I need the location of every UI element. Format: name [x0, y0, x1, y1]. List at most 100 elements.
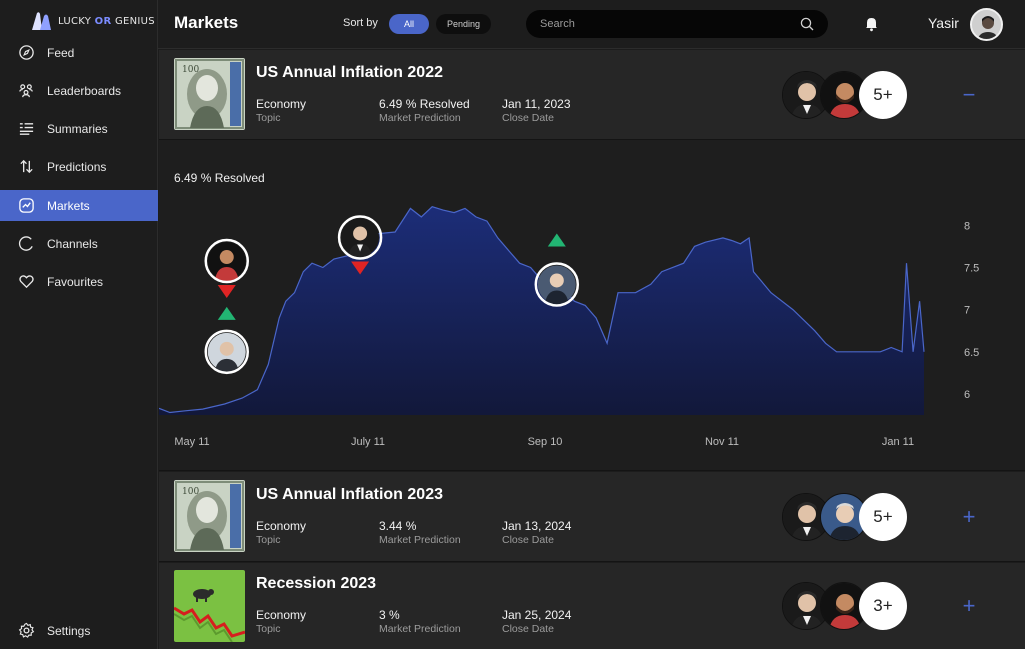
compass-icon	[19, 45, 34, 60]
svg-text:100: 100	[182, 65, 199, 75]
market-thumbnail-bear-chart	[174, 570, 245, 642]
more-participants-badge[interactable]: 5+	[859, 71, 907, 119]
circle-icon	[18, 236, 33, 251]
y-tick-label: 6	[964, 389, 970, 401]
prediction-label: Market Prediction	[379, 534, 461, 546]
market-row[interactable]: 100 US Annual Inflation 2022 Economy Top…	[159, 50, 1025, 140]
app-logo[interactable]: LUCKY OR GENIUS	[30, 10, 155, 32]
sort-pending-button[interactable]: Pending	[436, 14, 491, 34]
close-date-value: Jan 25, 2024	[502, 608, 572, 622]
x-tick-label: Nov 11	[705, 436, 739, 448]
sort-label: Sort by	[343, 17, 378, 29]
participant-avatars[interactable]: 5+	[782, 71, 912, 119]
topic-value: Economy	[256, 519, 307, 533]
arrows-updown-icon	[20, 159, 33, 174]
expand-toggle[interactable]: +	[959, 504, 979, 529]
y-tick-label: 8	[964, 220, 970, 232]
buy-marker-icon[interactable]	[547, 233, 566, 247]
close-date-value: Jan 13, 2024	[502, 519, 572, 533]
sidebar: LUCKY OR GENIUS Feed Leaderboards Summar…	[0, 0, 158, 649]
search-input[interactable]	[540, 18, 800, 30]
sidebar-item-label: Summaries	[47, 121, 108, 136]
market-row[interactable]: Recession 2023 Economy Topic 3 % Market …	[159, 563, 1025, 649]
market-title[interactable]: US Annual Inflation 2022	[256, 64, 443, 82]
topic-value: Economy	[256, 608, 307, 622]
close-date-label: Close Date	[502, 623, 554, 635]
bell-icon[interactable]	[863, 15, 880, 32]
topic-label: Topic	[256, 623, 281, 635]
sell-marker-icon[interactable]	[217, 285, 236, 299]
participant-avatars[interactable]: 5+	[782, 493, 912, 541]
topic-label: Topic	[256, 112, 281, 124]
page-title: Markets	[174, 13, 239, 32]
search-bar	[526, 10, 828, 38]
username[interactable]: Yasir	[928, 15, 959, 31]
sidebar-item-predictions[interactable]: Predictions	[0, 151, 158, 182]
market-thumbnail-dollar: 100	[174, 58, 245, 130]
market-topic: Economy Topic	[256, 608, 306, 635]
market-title[interactable]: Recession 2023	[256, 575, 376, 593]
sidebar-item-label: Channels	[47, 236, 98, 251]
older-man-avatar[interactable]	[534, 262, 580, 307]
logo-wordmark: LUCKY OR GENIUS	[58, 15, 155, 27]
sidebar-item-label: Settings	[47, 623, 91, 638]
market-thumbnail-dollar: 100	[174, 480, 245, 552]
market-close-date: Jan 25, 2024 Close Date	[502, 608, 571, 635]
x-tick-label: Jan 11	[882, 436, 914, 448]
sidebar-item-leaderboards[interactable]: Leaderboards	[0, 75, 158, 106]
market-topic: Economy Topic	[256, 519, 306, 546]
participant-avatars[interactable]: 3+	[782, 582, 912, 630]
sidebar-item-label: Leaderboards	[47, 83, 122, 98]
y-tick-label: 7	[964, 305, 970, 317]
more-participants-badge[interactable]: 5+	[859, 493, 907, 541]
people-icon	[19, 84, 33, 98]
sidebar-item-label: Predictions	[47, 159, 107, 174]
collapse-toggle[interactable]: −	[959, 82, 979, 107]
sidebar-item-markets[interactable]: Markets	[0, 190, 158, 221]
heart-icon	[19, 275, 34, 289]
sidebar-item-summaries[interactable]: Summaries	[0, 113, 158, 144]
close-date-label: Close Date	[502, 112, 554, 124]
y-tick-label: 7.5	[964, 262, 979, 274]
man-white-shirt-avatar[interactable]	[337, 215, 383, 260]
price-chart[interactable]: 8 7.5 7 6.5 6 May 11 July 11 Sep 10 Nov 11 Jan 1…	[159, 140, 1025, 471]
sidebar-item-channels[interactable]: Channels	[0, 228, 158, 259]
user-avatar[interactable]	[970, 8, 1003, 41]
bearded-man-avatar[interactable]	[204, 238, 250, 284]
sidebar-item-favourites[interactable]: Favourites	[0, 266, 158, 297]
y-tick-label: 6.5	[964, 347, 979, 359]
market-chart-panel: 6.49 % Resolved 8 7.5 7 6.5 6 May 11 July 11 S…	[159, 140, 1025, 471]
list-icon	[19, 123, 34, 135]
market-title[interactable]: US Annual Inflation 2023	[256, 486, 443, 504]
x-tick-label: May 11	[174, 436, 209, 448]
prediction-value: 3.44 %	[379, 519, 417, 533]
top-bar: Markets Sort by All Pending Yasir	[158, 0, 1025, 49]
market-prediction: 3 % Market Prediction	[379, 608, 461, 635]
x-tick-label: Sep 10	[528, 436, 563, 448]
market-close-date: Jan 13, 2024 Close Date	[502, 519, 571, 546]
sidebar-item-label: Favourites	[47, 274, 104, 289]
search-icon[interactable]	[800, 17, 814, 31]
sidebar-item-feed[interactable]: Feed	[0, 37, 158, 68]
buy-marker-icon[interactable]	[217, 306, 236, 320]
market-close-date: Jan 11, 2023 Close Date	[502, 97, 571, 124]
expand-toggle[interactable]: +	[959, 593, 979, 618]
sidebar-item-settings[interactable]: Settings	[0, 615, 158, 646]
close-date-value: Jan 11, 2023	[502, 97, 571, 111]
sort-all-button[interactable]: All	[389, 14, 429, 34]
close-date-label: Close Date	[502, 534, 554, 546]
gear-icon	[18, 622, 35, 638]
logo-icon	[32, 12, 51, 30]
market-row[interactable]: 100 US Annual Inflation 2023 Economy Top…	[159, 472, 1025, 562]
more-participants-badge[interactable]: 3+	[859, 582, 907, 630]
x-tick-label: July 11	[351, 436, 385, 448]
topic-value: Economy	[256, 97, 307, 111]
market-topic: Economy Topic	[256, 97, 306, 124]
prediction-label: Market Prediction	[379, 112, 461, 124]
smiling-man-avatar[interactable]	[204, 329, 250, 375]
prediction-label: Market Prediction	[379, 623, 461, 635]
prediction-value: 6.49 % Resolved	[379, 97, 470, 111]
svg-text:100: 100	[182, 487, 199, 497]
chart-line-icon	[19, 198, 34, 213]
topic-label: Topic	[256, 534, 281, 546]
